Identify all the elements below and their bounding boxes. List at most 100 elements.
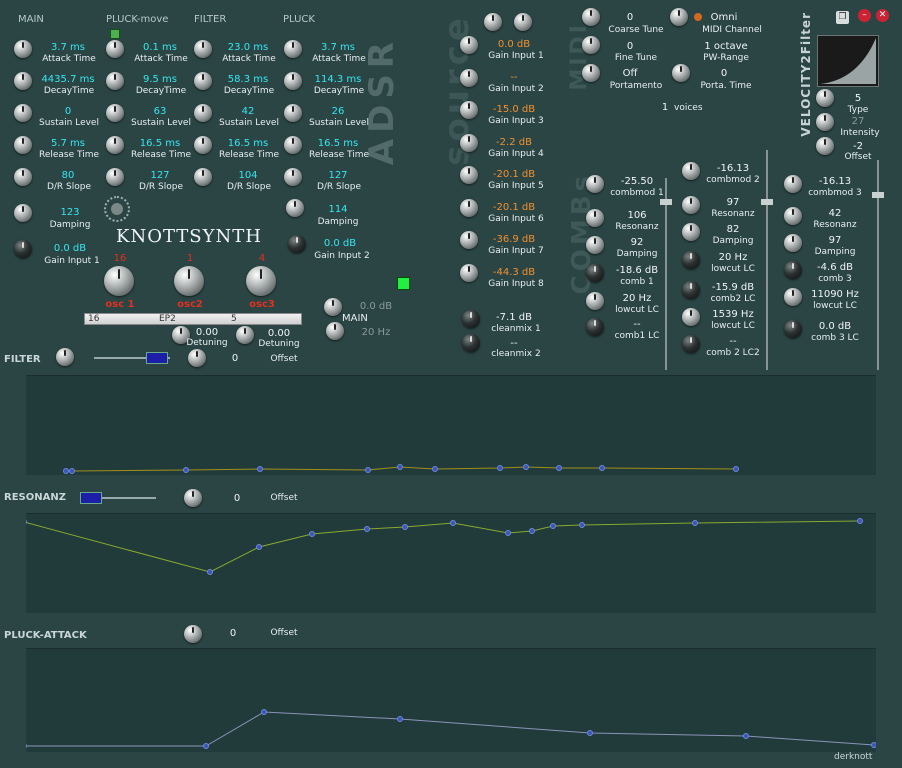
- env-filter-node-6[interactable]: [397, 464, 403, 470]
- cleanmix-1-knob[interactable]: [462, 310, 480, 328]
- filter-lane-knob[interactable]: [56, 348, 74, 366]
- adsr-decay-knob-1[interactable]: [14, 72, 32, 90]
- env-filter-node-2[interactable]: [69, 468, 75, 474]
- comb-2-comb-knob[interactable]: [682, 251, 700, 269]
- source-gain-2-knob[interactable]: [460, 68, 478, 87]
- env-filter-node-4[interactable]: [257, 466, 263, 472]
- comb-1-combmod-knob[interactable]: [586, 175, 604, 193]
- adsr-attack-knob-2[interactable]: [106, 40, 124, 58]
- cleanmix-2-knob[interactable]: [462, 334, 480, 352]
- env-res-node-10[interactable]: [550, 523, 556, 529]
- source-gain-7-knob[interactable]: [460, 231, 478, 249]
- adsr-dr_slope-knob-2[interactable]: [106, 168, 124, 186]
- adsr-sustain-knob-1[interactable]: [14, 104, 32, 122]
- comb-1-lowcut-knob[interactable]: [586, 292, 604, 310]
- env-res-node-7[interactable]: [450, 520, 456, 526]
- portamento-knob[interactable]: [582, 64, 600, 82]
- env-filter-node-3[interactable]: [183, 467, 189, 473]
- velocity-intensity-knob[interactable]: [816, 113, 834, 131]
- resonanz-envelope-svg[interactable]: [21, 514, 876, 614]
- osc-3-knob[interactable]: [246, 266, 276, 296]
- adsr-sustain-knob-4[interactable]: [284, 104, 302, 122]
- comb-2-combmod-knob[interactable]: [682, 162, 700, 180]
- env-res-node-9[interactable]: [529, 528, 535, 534]
- env-pluck-node-1[interactable]: [21, 743, 27, 749]
- filter-offset-knob[interactable]: [188, 349, 206, 367]
- env-pluck-node-6[interactable]: [743, 733, 749, 739]
- env-pluck-node-5[interactable]: [587, 730, 593, 736]
- velocity-type-knob[interactable]: [816, 89, 834, 107]
- env-res-node-4[interactable]: [309, 531, 315, 537]
- source-gain-6-knob[interactable]: [460, 198, 478, 217]
- adsr-decay-knob-2[interactable]: [106, 72, 124, 90]
- damping-right-knob[interactable]: [286, 199, 304, 217]
- env-filter-node-7[interactable]: [432, 466, 438, 472]
- main-volume-knob[interactable]: [324, 298, 342, 316]
- source-top-knob-1[interactable]: [484, 13, 502, 31]
- adsr-decay-knob-3[interactable]: [194, 72, 212, 90]
- env-filter-node-5[interactable]: [365, 467, 371, 473]
- source-gain-1-knob[interactable]: [460, 36, 478, 54]
- adsr-attack-knob-3[interactable]: [194, 40, 212, 58]
- filter-lane-slider-thumb[interactable]: [146, 352, 168, 364]
- velocity-offset-knob[interactable]: [816, 137, 834, 155]
- comb-1-damping-knob[interactable]: [586, 236, 604, 254]
- env-filter-node-12[interactable]: [733, 466, 739, 472]
- comb-1-comb-knob[interactable]: [586, 264, 604, 282]
- comb-2-comblc-knob[interactable]: [682, 335, 700, 353]
- pluck-move-led[interactable]: [110, 29, 120, 39]
- pluck-envelope-panel[interactable]: [21, 648, 877, 752]
- copy-button[interactable]: ❐: [836, 11, 849, 24]
- osc-2-knob[interactable]: [174, 266, 204, 296]
- close-button[interactable]: ✕: [876, 9, 889, 22]
- fine-tune-knob[interactable]: [582, 36, 600, 54]
- detune-2-knob[interactable]: [236, 326, 254, 344]
- env-res-node-13[interactable]: [857, 518, 863, 524]
- adsr-release-knob-1[interactable]: [14, 136, 32, 154]
- source-gain-4-knob[interactable]: [460, 133, 478, 152]
- adsr-decay-knob-4[interactable]: [284, 72, 302, 90]
- env-pluck-node-3[interactable]: [261, 709, 267, 715]
- env-res-node-2[interactable]: [207, 569, 213, 575]
- pluck-offset-knob[interactable]: [184, 625, 202, 643]
- env-filter-node-1[interactable]: [63, 468, 69, 474]
- env-res-node-1[interactable]: [21, 519, 27, 525]
- comb-fader-2[interactable]: [761, 199, 773, 205]
- midi-channel-knob[interactable]: [670, 8, 688, 26]
- resonanz-offset-knob[interactable]: [184, 489, 202, 507]
- resonanz-envelope-panel[interactable]: [21, 513, 876, 614]
- adsr-sustain-knob-3[interactable]: [194, 104, 212, 122]
- porta-time-knob[interactable]: [672, 64, 690, 82]
- comb-2-damping-knob[interactable]: [682, 223, 700, 241]
- adsr-attack-knob-4[interactable]: [284, 40, 302, 58]
- filter-envelope-panel[interactable]: [26, 375, 876, 475]
- source-gain-5-knob[interactable]: [460, 166, 478, 184]
- comb-fader-3[interactable]: [872, 192, 884, 198]
- dotted-selector-knob[interactable]: [104, 196, 130, 222]
- comb-3-lowcut-knob[interactable]: [784, 288, 802, 306]
- env-res-node-5[interactable]: [364, 526, 370, 532]
- env-res-node-8[interactable]: [505, 530, 511, 536]
- resonanz-slider-thumb[interactable]: [80, 492, 102, 504]
- minimize-button[interactable]: –: [858, 9, 871, 22]
- adsr-dr_slope-knob-1[interactable]: [14, 168, 32, 186]
- filter-envelope-svg[interactable]: [26, 376, 876, 476]
- gain-input-1-knob[interactable]: [14, 240, 32, 258]
- comb-3-comblc-knob[interactable]: [784, 320, 802, 338]
- comb-3-resonanz-knob[interactable]: [784, 207, 802, 225]
- adsr-attack-knob-1[interactable]: [14, 40, 32, 58]
- source-top-knob-2[interactable]: [514, 13, 532, 31]
- env-res-node-3[interactable]: [256, 544, 262, 550]
- env-res-node-11[interactable]: [579, 522, 585, 528]
- env-res-node-6[interactable]: [402, 524, 408, 530]
- env-filter-node-9[interactable]: [523, 464, 529, 470]
- osc-1-knob[interactable]: [104, 266, 134, 296]
- osc-bar[interactable]: 16 EP2 5: [84, 313, 302, 325]
- adsr-release-knob-4[interactable]: [284, 136, 302, 154]
- velocity-curve-display[interactable]: [817, 35, 879, 87]
- osc-green-led[interactable]: [397, 277, 410, 290]
- comb-2-lowcut-knob[interactable]: [682, 281, 700, 299]
- adsr-dr_slope-knob-4[interactable]: [284, 168, 302, 186]
- adsr-release-knob-2[interactable]: [106, 136, 124, 154]
- main-freq-knob[interactable]: [326, 322, 344, 340]
